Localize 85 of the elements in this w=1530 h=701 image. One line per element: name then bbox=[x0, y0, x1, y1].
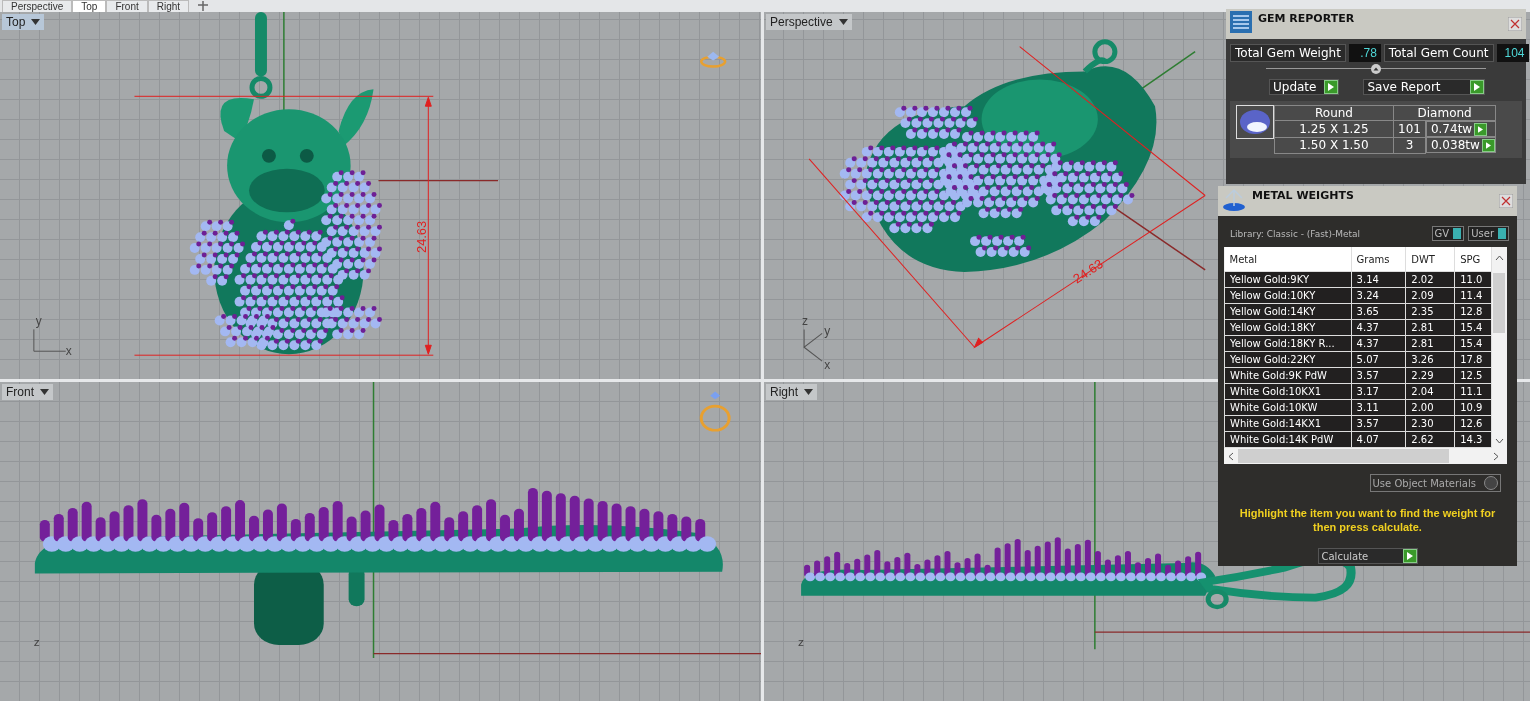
caret-icon bbox=[838, 19, 848, 25]
chevron-up-icon[interactable] bbox=[1494, 255, 1504, 261]
scale-icon bbox=[1222, 188, 1246, 212]
total-weight-value: .78 bbox=[1348, 44, 1381, 62]
scrollbar-thumb[interactable] bbox=[1238, 449, 1449, 463]
table-row[interactable]: Yellow Gold:10KY 3.24 2.09 11.4 bbox=[1224, 287, 1491, 304]
view-tab[interactable]: Perspective bbox=[2, 0, 73, 12]
play-icon bbox=[1406, 552, 1413, 560]
axis-label: z bbox=[802, 314, 809, 329]
play-button[interactable] bbox=[1474, 122, 1488, 136]
chevron-right-icon[interactable] bbox=[1493, 451, 1499, 461]
play-button[interactable] bbox=[1324, 80, 1339, 94]
view-tab[interactable]: Top bbox=[72, 0, 107, 12]
column-header: Diamond bbox=[1393, 105, 1496, 121]
column-header: SPG bbox=[1454, 247, 1491, 272]
button-label: Save Report bbox=[1366, 80, 1442, 94]
table-cell: Yellow Gold:9KY bbox=[1224, 271, 1352, 288]
button-label: Update bbox=[1272, 80, 1318, 94]
field-label: Total Gem Weight bbox=[1230, 44, 1346, 62]
library-label: Library: Classic - (Fast)-Metal bbox=[1230, 228, 1361, 239]
viewport-title-button[interactable]: Top bbox=[2, 14, 45, 30]
toggle-button[interactable]: User bbox=[1468, 226, 1509, 241]
panel-title: METAL WEIGHTS bbox=[1252, 188, 1355, 202]
field-label: Total Gem Count bbox=[1383, 44, 1494, 62]
table-cell: 3.14 bbox=[1351, 271, 1406, 288]
table-cell: 11.0 bbox=[1454, 271, 1491, 288]
panel-title: GEM REPORTER bbox=[1258, 11, 1356, 25]
table-row[interactable]: White Gold:14K PdW 4.07 2.62 14.3 bbox=[1224, 431, 1491, 448]
table-row[interactable]: Yellow Gold:9KY 3.14 2.02 11.0 bbox=[1224, 271, 1491, 288]
play-icon bbox=[1328, 83, 1335, 91]
table-cell: 1.25 X 1.25 bbox=[1274, 120, 1394, 137]
viewport-title-button[interactable]: Perspective bbox=[766, 14, 852, 30]
table-row[interactable]: White Gold:14KX1 3.57 2.30 12.6 bbox=[1224, 415, 1491, 432]
viewport-title-button[interactable]: Front bbox=[2, 384, 53, 400]
caret-icon bbox=[40, 389, 49, 395]
play-button[interactable] bbox=[1402, 549, 1417, 563]
axis-label: x bbox=[824, 358, 831, 373]
play-button[interactable] bbox=[1470, 80, 1485, 94]
report-icon bbox=[1230, 11, 1252, 33]
viewport-title-button[interactable]: Right bbox=[766, 384, 817, 400]
table-row[interactable]: White Gold:10KW 3.11 2.00 10.9 bbox=[1224, 399, 1491, 416]
toggle-button[interactable]: GV bbox=[1431, 226, 1465, 241]
caret-icon bbox=[804, 389, 813, 395]
column-header: Metal bbox=[1224, 247, 1352, 272]
use-object-materials-toggle[interactable]: Use Object Materials bbox=[1369, 474, 1501, 492]
scrollbar-thumb[interactable] bbox=[1493, 273, 1506, 333]
table-row[interactable]: Yellow Gold:18KY R... 4.37 2.81 15.4 bbox=[1224, 335, 1491, 352]
axis-label: y bbox=[35, 314, 42, 329]
ring-icon bbox=[700, 51, 727, 68]
axis-icon bbox=[803, 328, 823, 362]
axis-icon bbox=[33, 328, 67, 352]
table-cell: 1.50 X 1.50 bbox=[1274, 137, 1394, 153]
dimension-label: 24.63 bbox=[414, 220, 430, 254]
chevron-down-icon[interactable] bbox=[1494, 438, 1504, 444]
gem-icon bbox=[1236, 105, 1274, 139]
table-row[interactable]: Yellow Gold:22KY 5.07 3.26 17.8 bbox=[1224, 351, 1491, 368]
table-row[interactable]: White Gold:10KX1 3.17 2.04 11.1 bbox=[1224, 383, 1491, 400]
caret-icon bbox=[31, 19, 41, 25]
play-icon bbox=[1474, 83, 1481, 91]
column-header: DWT bbox=[1405, 247, 1455, 272]
table-row[interactable]: Yellow Gold:18KY 4.37 2.81 15.4 bbox=[1224, 319, 1491, 336]
axis-label: z bbox=[33, 636, 40, 648]
instruction-text: Highlight the item you want to find the weight for then press calculate. bbox=[1238, 506, 1497, 534]
button-label: Calculate bbox=[1320, 550, 1370, 562]
axis-label: x bbox=[65, 344, 72, 359]
table-cell: 0.038tw bbox=[1430, 138, 1480, 152]
ring-icon bbox=[699, 391, 731, 432]
column-header: Round bbox=[1274, 105, 1394, 121]
axis-label: z bbox=[798, 636, 805, 648]
table-cell: 3 bbox=[1393, 137, 1426, 153]
table-cell: 2.02 bbox=[1405, 271, 1455, 288]
column-header: Grams bbox=[1351, 247, 1406, 272]
axis-label: y bbox=[824, 324, 831, 339]
play-button[interactable] bbox=[1481, 138, 1495, 152]
close-icon[interactable] bbox=[1499, 194, 1513, 208]
table-row[interactable]: Yellow Gold:14KY 3.65 2.35 12.8 bbox=[1224, 303, 1491, 320]
view-tab[interactable]: Right bbox=[147, 0, 190, 12]
table-row[interactable]: White Gold:9K PdW 3.57 2.29 12.5 bbox=[1224, 367, 1491, 384]
collapse-handle-icon[interactable] bbox=[1371, 64, 1381, 74]
chevron-left-icon[interactable] bbox=[1228, 451, 1234, 461]
total-count-value: 104 bbox=[1496, 44, 1529, 62]
close-icon[interactable] bbox=[1508, 17, 1522, 31]
table-cell: 101 bbox=[1393, 120, 1426, 137]
view-tab[interactable]: Front bbox=[106, 0, 148, 12]
table-cell: 0.74tw bbox=[1430, 122, 1473, 136]
